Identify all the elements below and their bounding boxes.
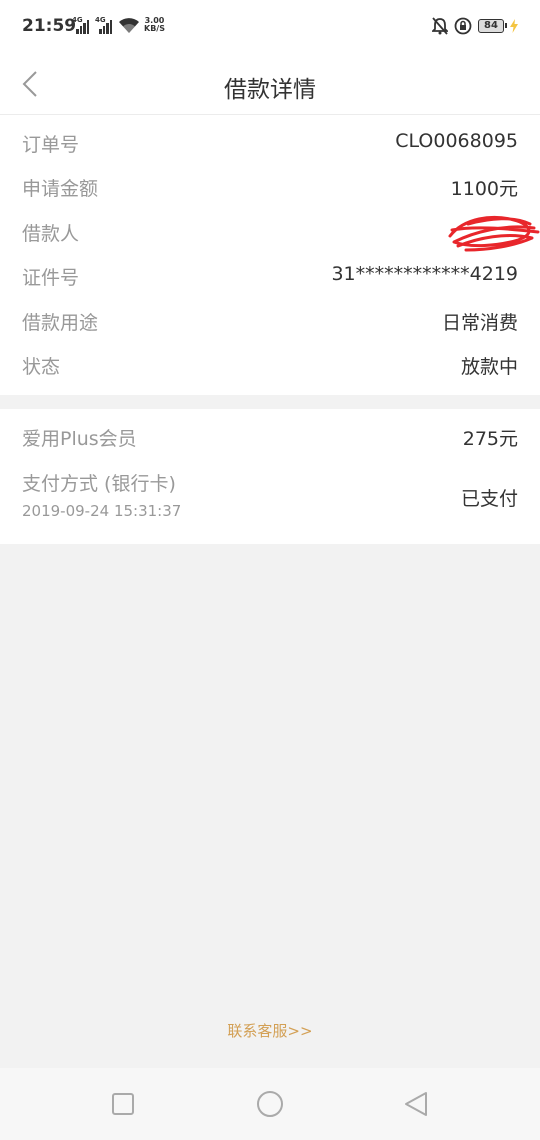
apply-amount-label: 申请金额: [22, 178, 99, 200]
redaction-scribble: [448, 215, 540, 252]
payment-date: 2019-09-24 15:31:37: [22, 502, 182, 520]
triangle-back-icon: [405, 1092, 427, 1116]
charging-bolt-icon: [510, 19, 518, 33]
page-title: 借款详情: [224, 77, 316, 103]
square-recent-icon: [112, 1093, 134, 1115]
id-number-value: 31************4219: [331, 263, 518, 285]
order-number-value: CLO0068095: [395, 130, 518, 152]
membership-row: 爱用Plus会员 275元: [22, 424, 518, 454]
status-bar: 21:59 4G 4G 3.00 KB/S 84: [0, 0, 540, 56]
loan-details-card: 订单号 CLO0068095 申请金额 1100元 借款人 证件号 31****…: [0, 115, 540, 395]
battery-icon: 84: [478, 19, 507, 33]
circle-home-icon: [257, 1091, 283, 1117]
status-value: 放款中: [460, 356, 518, 378]
membership-label: 爱用Plus会员: [22, 428, 137, 450]
header: 借款详情: [0, 56, 540, 115]
apply-amount-row: 申请金额 1100元: [22, 174, 518, 204]
borrower-label: 借款人: [22, 223, 80, 245]
network-speed: 3.00 KB/S: [144, 16, 165, 33]
loan-purpose-label: 借款用途: [22, 312, 99, 334]
id-number-row: 证件号 31************4219: [22, 263, 518, 293]
home-button[interactable]: [254, 1088, 286, 1120]
system-nav-bar: [0, 1068, 540, 1140]
order-number-label: 订单号: [22, 134, 80, 156]
signal-sim1-icon: 4G: [72, 16, 90, 34]
recent-apps-button[interactable]: [107, 1088, 139, 1120]
payment-method-label: 支付方式 (银行卡): [22, 473, 176, 495]
order-number-row: 订单号 CLO0068095: [22, 130, 518, 160]
bell-muted-icon: [432, 17, 448, 35]
status-row: 状态 放款中: [22, 352, 518, 382]
status-label: 状态: [22, 356, 61, 378]
membership-card: 爱用Plus会员 275元 支付方式 (银行卡) 已支付 2019-09-24 …: [0, 409, 540, 544]
id-number-label: 证件号: [22, 267, 80, 289]
payment-status: 已支付: [460, 488, 518, 510]
signal-sim2-icon: 4G: [95, 16, 113, 34]
payment-method-row: 支付方式 (银行卡) 已支付: [22, 469, 518, 510]
system-back-button[interactable]: [400, 1088, 432, 1120]
loan-purpose-value: 日常消费: [441, 312, 518, 334]
clock: 21:59: [22, 16, 77, 36]
contact-support-link[interactable]: 联系客服>>: [0, 1020, 540, 1041]
membership-value: 275元: [462, 428, 518, 450]
wifi-icon: [119, 18, 139, 33]
rotation-lock-icon: [454, 17, 472, 35]
loan-purpose-row: 借款用途 日常消费: [22, 308, 518, 338]
apply-amount-value: 1100元: [450, 178, 518, 200]
